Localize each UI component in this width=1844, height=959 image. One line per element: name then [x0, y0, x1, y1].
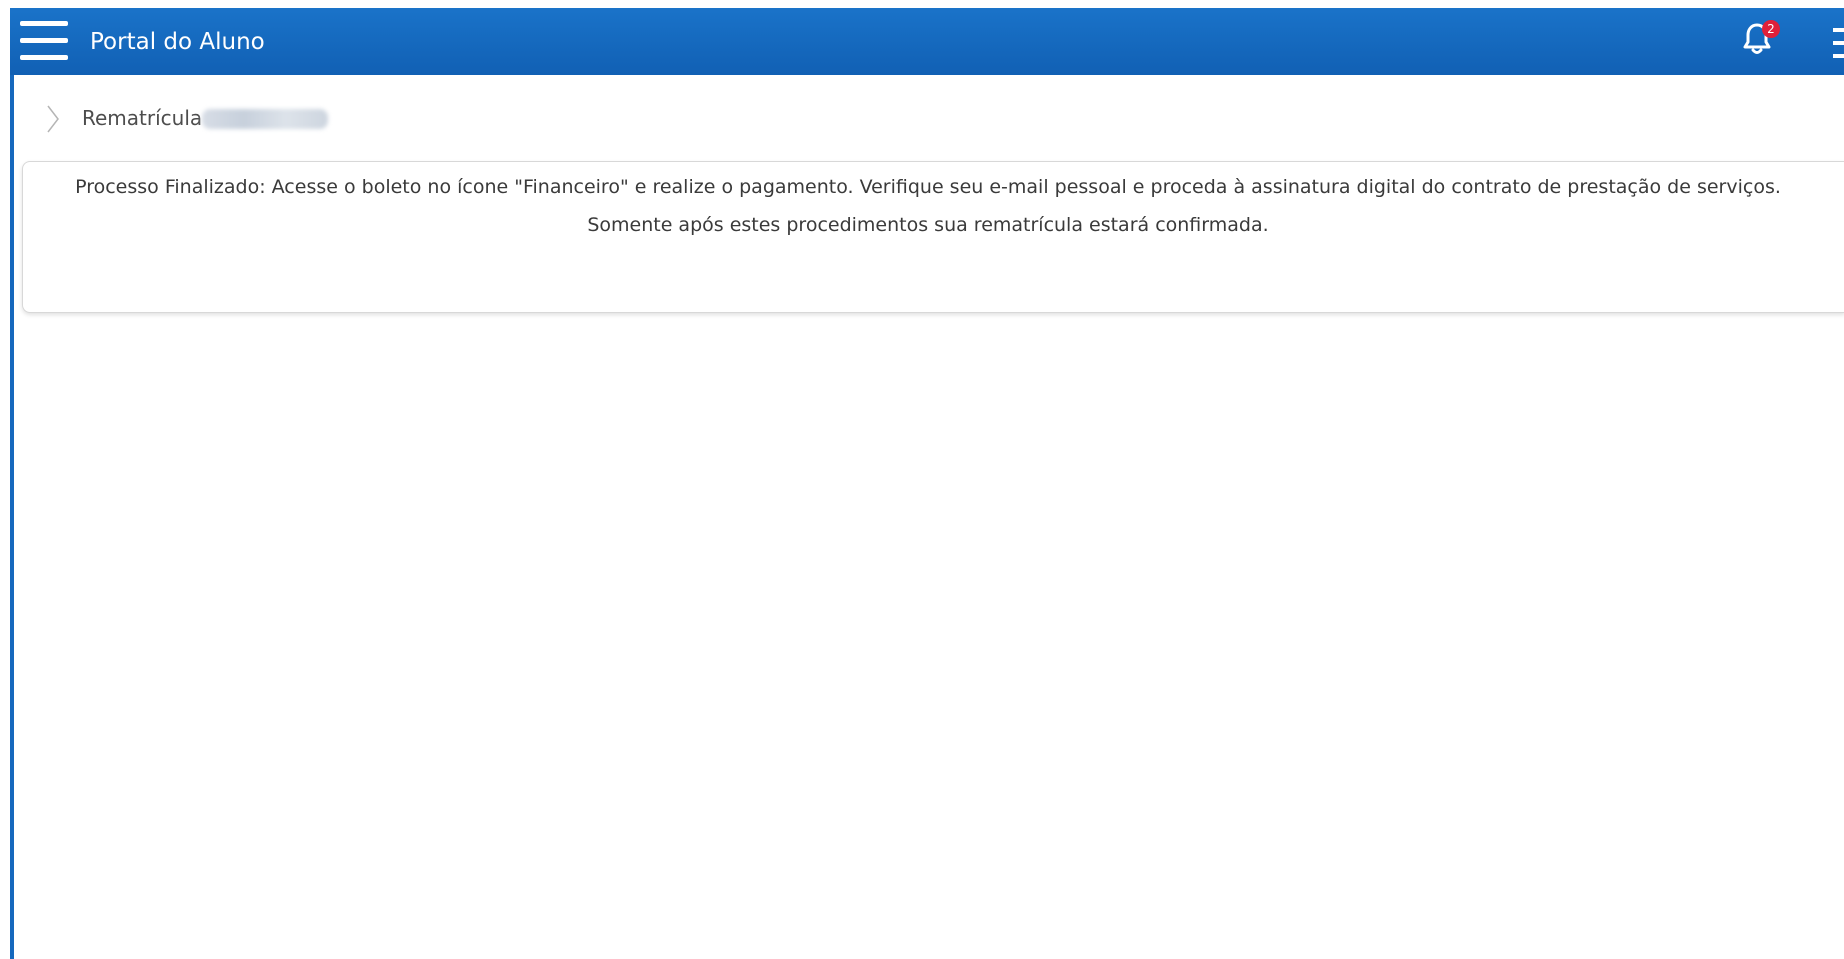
redacted-course-name — [202, 109, 328, 129]
window-left-border — [10, 8, 14, 959]
hamburger-menu-icon[interactable] — [20, 19, 68, 63]
status-notice-card: Processo Finalizado: Acesse o boleto no … — [22, 161, 1844, 313]
top-navigation-bar: Portal do Aluno 2 — [10, 8, 1844, 75]
app-window: Portal do Aluno 2 Rematrícula Processo F… — [0, 0, 1844, 959]
more-menu-icon[interactable] — [1833, 26, 1844, 60]
breadcrumb-item-rematricula[interactable]: Rematrícula — [82, 106, 202, 130]
notifications-button[interactable]: 2 — [1740, 18, 1780, 62]
app-title: Portal do Aluno — [90, 29, 265, 55]
notice-line-1: Processo Finalizado: Acesse o boleto no … — [75, 176, 1781, 198]
chevron-right-icon — [47, 105, 59, 133]
notice-line-2: Somente após estes procedimentos sua rem… — [587, 214, 1269, 236]
notification-count-badge: 2 — [1762, 20, 1780, 38]
